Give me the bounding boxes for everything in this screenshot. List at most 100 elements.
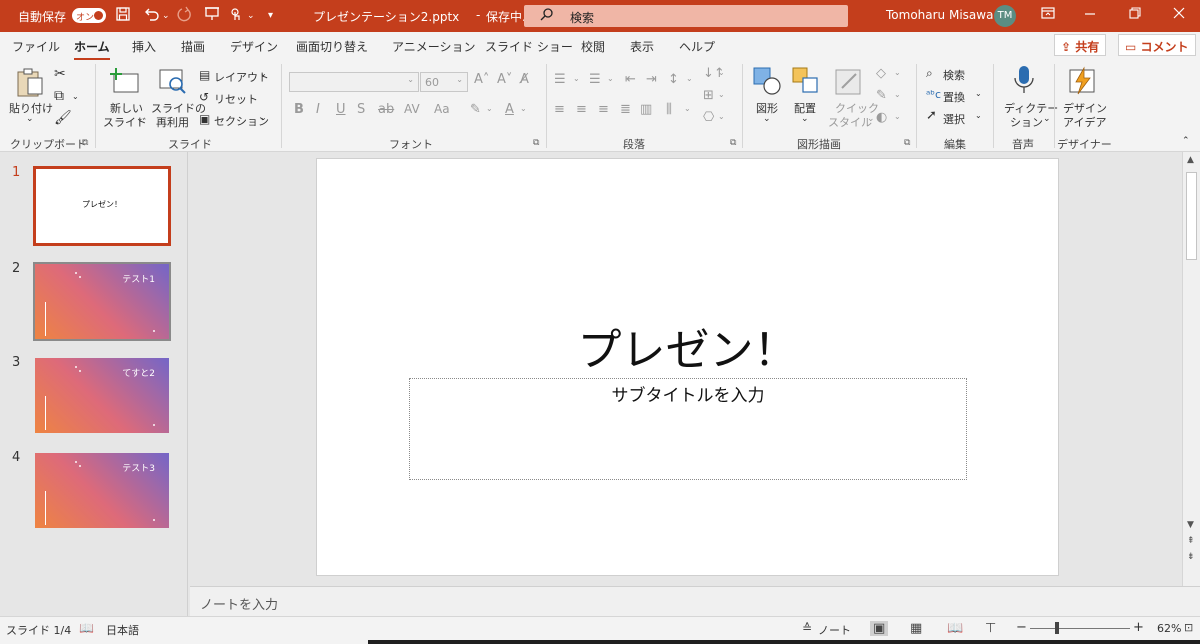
font-name-select[interactable]: ⌄ bbox=[289, 72, 419, 92]
clear-format-icon[interactable]: A̸ bbox=[520, 72, 529, 87]
line-spacing-icon[interactable]: ↕ bbox=[668, 72, 679, 87]
find-icon[interactable]: ⌕ bbox=[926, 66, 933, 81]
new-slide-dropdown-icon[interactable]: ⌄ bbox=[136, 114, 144, 124]
undo-dropdown-icon[interactable]: ⌄ bbox=[162, 11, 170, 21]
user-name[interactable]: Tomoharu Misawa bbox=[886, 8, 993, 22]
zoom-in-icon[interactable]: + bbox=[1133, 620, 1144, 635]
quick-styles-dropdown-icon[interactable]: ⌄ bbox=[867, 114, 875, 124]
new-slide-icon[interactable] bbox=[110, 66, 140, 99]
document-title[interactable]: プレゼンテーション2.pptx bbox=[313, 8, 459, 25]
bullets-icon[interactable]: ☰ bbox=[554, 72, 566, 87]
dictate-dropdown-icon[interactable]: ⌄ bbox=[1043, 114, 1051, 124]
tab-slideshow[interactable]: スライド ショー bbox=[485, 38, 573, 55]
slide-canvas[interactable]: プレゼン！ サブタイトルを入力 bbox=[316, 158, 1059, 576]
scroll-up-icon[interactable]: ▲ bbox=[1187, 155, 1194, 165]
slide-thumbnail-4[interactable]: テスト3 bbox=[35, 453, 169, 528]
slideshow-view-icon[interactable]: ⊤ bbox=[985, 621, 996, 636]
tab-draw[interactable]: 描画 bbox=[181, 38, 205, 55]
redo-icon[interactable] bbox=[176, 6, 192, 26]
distributed-icon[interactable]: ▥ bbox=[640, 102, 652, 117]
layout-dropdown-icon[interactable]: ⌄ bbox=[260, 69, 267, 78]
select-icon[interactable]: ➚ bbox=[926, 108, 937, 123]
tab-insert[interactable]: 挿入 bbox=[132, 38, 156, 55]
zoom-slider[interactable] bbox=[1030, 628, 1130, 629]
arrange-dropdown-icon[interactable]: ⌄ bbox=[801, 114, 809, 124]
character-spacing-icon[interactable]: AV bbox=[404, 102, 420, 116]
dictate-label-2[interactable]: ション bbox=[1010, 114, 1043, 130]
underline-icon[interactable]: U bbox=[336, 102, 346, 117]
align-right-icon[interactable]: ≡ bbox=[598, 102, 609, 117]
shape-effects-icon[interactable]: ◐ bbox=[876, 110, 887, 125]
replace-dropdown-icon[interactable]: ⌄ bbox=[975, 89, 982, 98]
bold-icon[interactable]: B bbox=[294, 102, 304, 117]
clipboard-launcher-icon[interactable]: ⧉ bbox=[82, 138, 88, 148]
font-launcher-icon[interactable]: ⧉ bbox=[533, 138, 539, 148]
subtitle-placeholder-box[interactable]: サブタイトルを入力 bbox=[409, 378, 967, 480]
scrollbar-thumb[interactable] bbox=[1186, 172, 1197, 260]
reading-view-icon[interactable]: 📖 bbox=[947, 621, 963, 636]
tab-help[interactable]: ヘルプ bbox=[679, 38, 715, 55]
align-left-icon[interactable]: ≡ bbox=[554, 102, 565, 117]
copy-icon[interactable]: ⧉ bbox=[54, 88, 64, 104]
smartart-dropdown-icon[interactable]: ⌄ bbox=[718, 112, 725, 121]
columns-dropdown-icon[interactable]: ⌄ bbox=[684, 104, 691, 113]
change-case-icon[interactable]: Aa bbox=[434, 102, 450, 116]
select-button[interactable]: 選択 bbox=[943, 111, 965, 127]
increase-indent-icon[interactable]: ⇥ bbox=[646, 72, 657, 87]
shape-outline-icon[interactable]: ✎ bbox=[876, 88, 887, 103]
quick-styles-label-2[interactable]: スタイル bbox=[828, 114, 872, 130]
format-painter-icon[interactable]: 🖌 bbox=[54, 110, 72, 126]
close-icon[interactable] bbox=[1173, 6, 1185, 24]
zoom-slider-knob[interactable] bbox=[1055, 622, 1059, 634]
shape-fill-icon[interactable]: ◇ bbox=[876, 66, 886, 81]
justify-icon[interactable]: ≣ bbox=[620, 102, 631, 117]
reuse-slides-icon[interactable] bbox=[158, 66, 188, 99]
tab-home[interactable]: ホーム bbox=[74, 38, 110, 61]
touch-mode-icon[interactable] bbox=[228, 6, 244, 26]
highlight-icon[interactable]: ✎ bbox=[470, 102, 481, 117]
quick-styles-icon[interactable] bbox=[834, 66, 864, 99]
normal-view-icon[interactable]: ▣ bbox=[870, 621, 889, 636]
paragraph-launcher-icon[interactable]: ⧉ bbox=[730, 138, 736, 148]
replace-button[interactable]: 置換 bbox=[943, 89, 965, 105]
layout-icon[interactable]: ▤ bbox=[199, 68, 210, 82]
tab-animations[interactable]: アニメーション bbox=[392, 38, 476, 55]
italic-icon[interactable]: I bbox=[316, 102, 320, 117]
minimize-icon[interactable] bbox=[1084, 6, 1096, 24]
fit-to-window-icon[interactable]: ⊡ bbox=[1184, 621, 1193, 634]
section-dropdown-icon[interactable]: ⌄ bbox=[260, 113, 267, 122]
slide-thumbnail-1[interactable]: プレゼン！ bbox=[33, 166, 171, 246]
shapes-icon[interactable] bbox=[752, 66, 782, 99]
copy-dropdown-icon[interactable]: ⌄ bbox=[72, 92, 79, 101]
align-center-icon[interactable]: ≡ bbox=[576, 102, 587, 117]
smartart-icon[interactable]: ⎔ bbox=[703, 110, 714, 125]
reset-icon[interactable]: ↺ bbox=[199, 90, 209, 104]
notes-pane[interactable]: ノートを入力 bbox=[190, 586, 1200, 616]
design-ideas-icon[interactable] bbox=[1068, 66, 1098, 99]
search-input[interactable]: 検索 bbox=[524, 5, 848, 27]
font-size-select[interactable]: 60 ⌄ bbox=[420, 72, 468, 92]
notes-toggle[interactable]: ノート bbox=[818, 622, 851, 638]
slide-thumbnail-2[interactable]: テスト1 bbox=[33, 262, 171, 341]
microphone-icon[interactable] bbox=[1012, 64, 1036, 99]
arrange-icon[interactable] bbox=[791, 66, 821, 99]
vertical-scrollbar[interactable]: ▲ ▼ ⇞ ⇟ bbox=[1182, 152, 1200, 586]
spelling-check-icon[interactable]: 📖 bbox=[79, 621, 94, 635]
touch-dropdown-icon[interactable]: ⌄ bbox=[247, 11, 255, 21]
scroll-down-icon[interactable]: ▼ bbox=[1187, 520, 1194, 530]
highlight-dropdown-icon[interactable]: ⌄ bbox=[486, 104, 493, 113]
avatar[interactable]: TM bbox=[994, 5, 1016, 27]
zoom-out-icon[interactable]: − bbox=[1016, 620, 1027, 635]
increase-font-icon[interactable]: A˄ bbox=[474, 72, 489, 87]
undo-icon[interactable] bbox=[143, 6, 161, 26]
line-spacing-dropdown-icon[interactable]: ⌄ bbox=[686, 74, 693, 83]
decrease-indent-icon[interactable]: ⇤ bbox=[625, 72, 636, 87]
shadow-icon[interactable]: S bbox=[357, 102, 365, 117]
save-icon[interactable] bbox=[115, 6, 131, 26]
tab-review[interactable]: 校閲 bbox=[581, 38, 605, 55]
cut-icon[interactable]: ✂ bbox=[54, 66, 66, 82]
slide-sorter-icon[interactable]: ▦ bbox=[910, 621, 922, 636]
bullets-dropdown-icon[interactable]: ⌄ bbox=[573, 74, 580, 83]
paste-dropdown-icon[interactable]: ⌄ bbox=[26, 114, 34, 124]
customize-qat-icon[interactable]: ▾ bbox=[268, 10, 273, 21]
